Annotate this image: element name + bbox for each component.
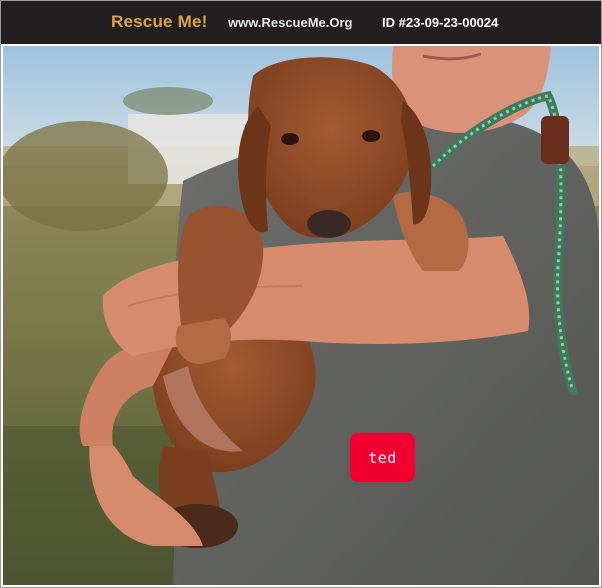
site-url[interactable]: www.RescueMe.Org <box>228 15 353 30</box>
header-bar: Rescue Me! www.RescueMe.Org ID #23-09-23… <box>1 1 601 44</box>
pet-name-tag: ted <box>350 433 415 482</box>
listing-frame: Rescue Me! www.RescueMe.Org ID #23-09-23… <box>0 0 602 588</box>
listing-id: ID #23-09-23-00024 <box>382 15 499 30</box>
dog-photo: ted <box>3 46 599 585</box>
brand-logo[interactable]: Rescue Me! <box>111 12 207 32</box>
dog-photo-illustration <box>3 46 599 585</box>
